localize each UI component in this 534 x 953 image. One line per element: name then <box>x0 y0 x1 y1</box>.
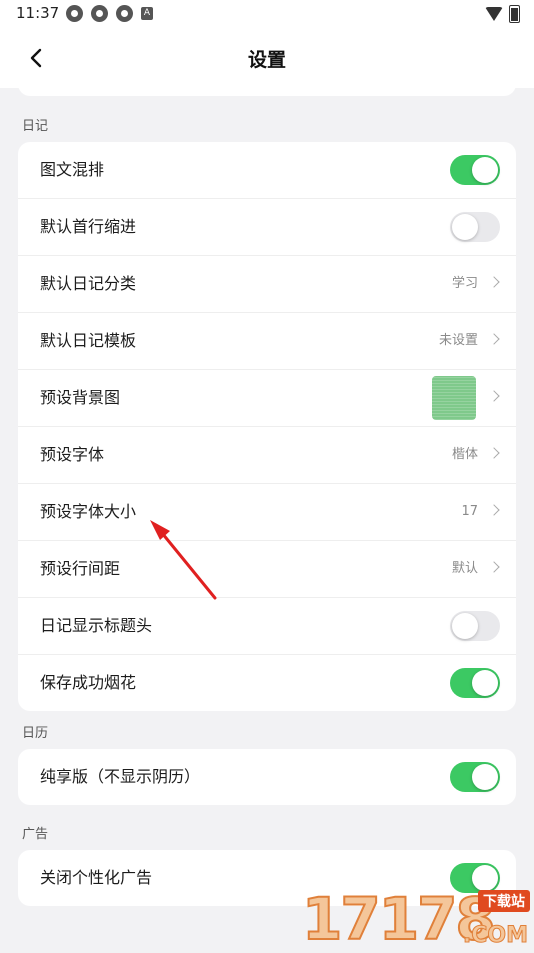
background-image-thumbnail <box>432 376 476 420</box>
setting-row-line-spacing[interactable]: 预设行间距 默认 <box>18 541 516 598</box>
section-label-diary: 日记 <box>22 119 49 134</box>
site-watermark-logo: 17178 下载站 .COM <box>301 888 534 950</box>
notification-icons: A <box>66 5 153 22</box>
setting-label: 默认日记模板 <box>40 331 137 350</box>
watermark-badge: 下载站 <box>478 890 530 912</box>
battery-icon <box>509 5 520 23</box>
setting-label: 关闭个性化广告 <box>40 868 153 887</box>
app-notification-icon <box>91 5 108 22</box>
setting-row-font[interactable]: 预设字体 楷体 <box>18 427 516 484</box>
wifi-icon <box>485 7 503 21</box>
setting-row-mixed-layout[interactable]: 图文混排 <box>18 142 516 199</box>
chevron-right-icon <box>488 561 500 573</box>
app-notification-icon <box>66 5 83 22</box>
chevron-right-icon <box>488 447 500 459</box>
header: 设置 <box>0 30 534 88</box>
setting-label: 默认首行缩进 <box>40 217 137 236</box>
chevron-right-icon <box>488 333 500 345</box>
toggle-knob <box>452 613 478 639</box>
a-notification-icon: A <box>141 7 153 20</box>
setting-label: 默认日记分类 <box>40 274 137 293</box>
previous-settings-card <box>18 84 516 96</box>
chevron-right-icon <box>488 276 500 288</box>
setting-row-first-line-indent[interactable]: 默认首行缩进 <box>18 199 516 256</box>
first-line-indent-toggle[interactable] <box>450 212 500 242</box>
section-label-calendar: 日历 <box>22 726 49 741</box>
pure-mode-toggle[interactable] <box>450 762 500 792</box>
mixed-layout-toggle[interactable] <box>450 155 500 185</box>
page-title: 设置 <box>247 49 286 71</box>
app-notification-icon <box>116 5 133 22</box>
section-label-ads: 广告 <box>22 827 49 842</box>
setting-label: 预设行间距 <box>40 559 121 578</box>
setting-value: 楷体 <box>451 447 478 462</box>
setting-row-pure-mode[interactable]: 纯享版（不显示阴历） <box>18 749 516 805</box>
setting-label: 纯享版（不显示阴历） <box>40 767 201 786</box>
setting-row-show-title-header[interactable]: 日记显示标题头 <box>18 598 516 655</box>
setting-row-save-fireworks[interactable]: 保存成功烟花 <box>18 655 516 711</box>
status-time: 11:37 <box>16 4 60 22</box>
setting-value: 未设置 <box>438 333 478 348</box>
toggle-knob <box>452 214 478 240</box>
chevron-right-icon <box>488 390 500 402</box>
show-title-header-toggle[interactable] <box>450 611 500 641</box>
toggle-knob <box>472 670 498 696</box>
setting-value: 学习 <box>451 276 478 291</box>
setting-label: 日记显示标题头 <box>40 616 153 635</box>
setting-row-default-template[interactable]: 默认日记模板 未设置 <box>18 313 516 370</box>
setting-label: 图文混排 <box>40 160 105 179</box>
setting-value: 默认 <box>451 561 478 576</box>
save-fireworks-toggle[interactable] <box>450 668 500 698</box>
setting-row-default-category[interactable]: 默认日记分类 学习 <box>18 256 516 313</box>
watermark-suffix: .COM <box>462 923 528 949</box>
toggle-knob <box>472 764 498 790</box>
chevron-right-icon <box>488 504 500 516</box>
toggle-knob <box>472 157 498 183</box>
setting-label: 预设字体大小 <box>40 502 137 521</box>
setting-label: 预设字体 <box>40 445 105 464</box>
setting-label: 预设背景图 <box>40 388 121 407</box>
diary-settings-card: 图文混排 默认首行缩进 默认日记分类 学习 默认日记模板 未设置 预设背景图 预… <box>18 142 516 711</box>
setting-label: 保存成功烟花 <box>40 673 137 692</box>
system-icons <box>485 5 520 23</box>
calendar-settings-card: 纯享版（不显示阴历） <box>18 749 516 805</box>
setting-row-background-image[interactable]: 预设背景图 <box>18 370 516 427</box>
setting-row-font-size[interactable]: 预设字体大小 17 <box>18 484 516 541</box>
setting-value: 17 <box>461 504 478 519</box>
status-bar: 11:37 A <box>0 0 534 30</box>
